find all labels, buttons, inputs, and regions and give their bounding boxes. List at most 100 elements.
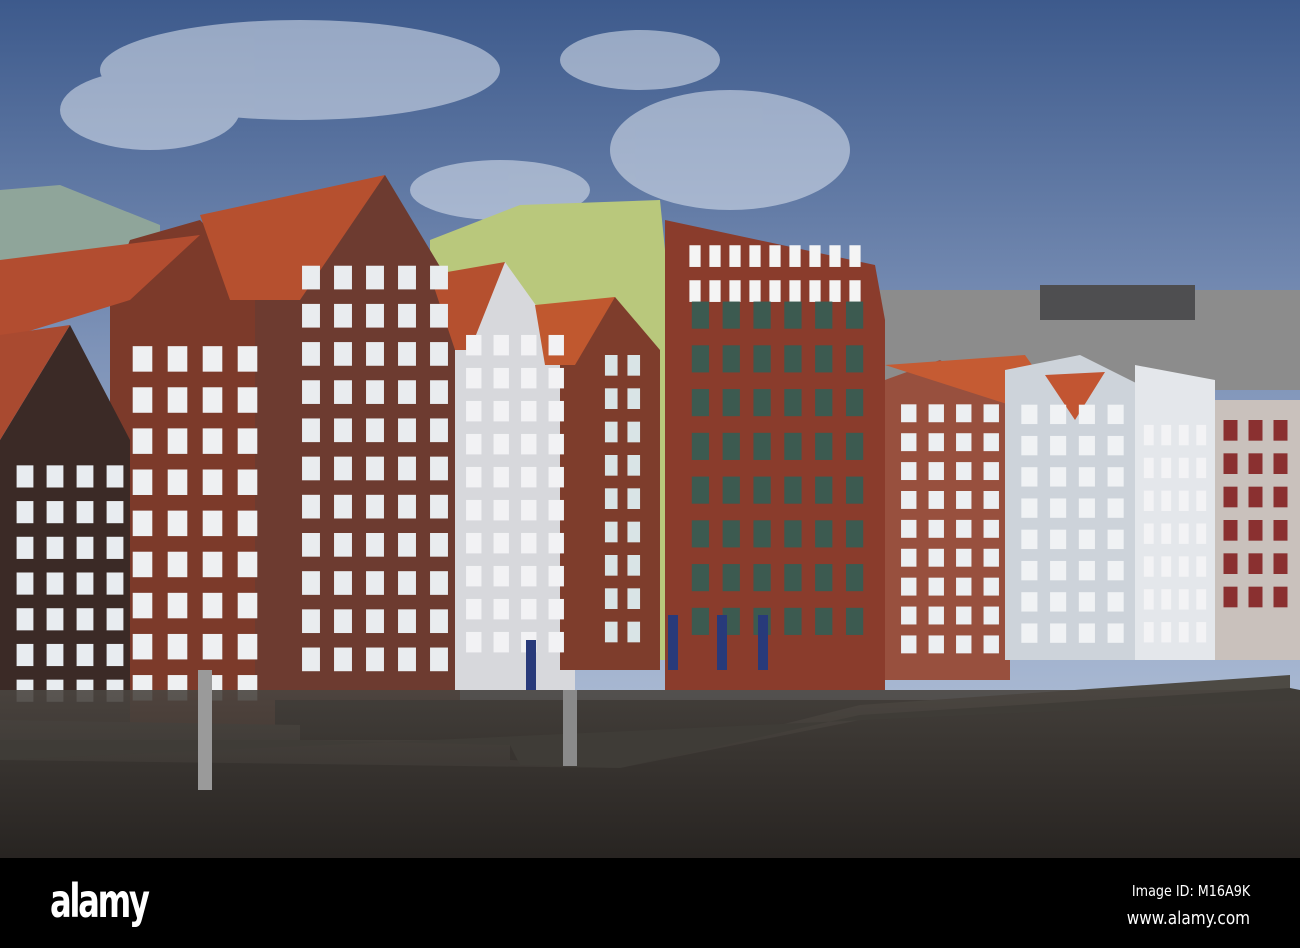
window: [784, 432, 802, 460]
window: [1196, 622, 1207, 643]
window: [76, 501, 94, 524]
window: [167, 346, 188, 372]
window: [1143, 523, 1154, 544]
window: [1021, 560, 1038, 581]
window: [302, 456, 320, 481]
window: [845, 520, 864, 548]
window: [956, 404, 972, 423]
window: [1107, 529, 1124, 550]
window: [753, 564, 771, 592]
window: [493, 598, 509, 620]
window: [1161, 622, 1172, 643]
window: [76, 536, 94, 559]
window: [1050, 467, 1067, 487]
window: [983, 462, 999, 481]
window: [983, 519, 999, 538]
window: [1021, 592, 1038, 612]
window: [237, 469, 258, 495]
window: [202, 387, 223, 413]
window: [1107, 435, 1124, 456]
window: [302, 265, 320, 290]
window: [521, 565, 537, 587]
window: [167, 551, 188, 578]
window: [167, 592, 188, 619]
window: [1143, 457, 1154, 479]
mooring-post: [563, 690, 577, 766]
window: [928, 404, 944, 423]
window: [849, 280, 861, 302]
window: [46, 643, 64, 667]
window: [1248, 486, 1263, 508]
window: [430, 456, 448, 481]
window: [1178, 424, 1189, 446]
window: [1161, 523, 1172, 544]
window: [1021, 623, 1038, 643]
window: [627, 455, 641, 476]
window: [815, 607, 833, 635]
window: [46, 536, 64, 559]
window: [789, 245, 801, 267]
window: [398, 647, 416, 672]
window: [132, 469, 153, 495]
window: [1248, 453, 1263, 474]
window: [16, 643, 34, 667]
watermark-bar: alamy Image ID: M16A9K www.alamy.com: [0, 858, 1300, 948]
window: [604, 488, 618, 509]
window: [928, 548, 944, 567]
window: [604, 621, 618, 643]
window: [722, 564, 740, 592]
window: [302, 418, 320, 443]
window: [521, 433, 537, 455]
window: [430, 571, 448, 595]
window: [956, 462, 972, 481]
window: [334, 533, 352, 557]
window: [202, 592, 223, 619]
window: [753, 476, 771, 504]
window: [132, 346, 153, 372]
window: [237, 633, 258, 660]
window: [237, 551, 258, 578]
window: [1107, 467, 1124, 487]
window: [521, 400, 537, 422]
window: [1178, 556, 1189, 577]
window: [1273, 420, 1288, 441]
window: [46, 608, 64, 631]
window: [983, 404, 999, 423]
window: [430, 265, 448, 290]
window: [16, 465, 34, 488]
window: [691, 345, 710, 373]
window: [928, 606, 944, 625]
window: [815, 389, 833, 417]
window: [627, 521, 641, 543]
window: [76, 643, 94, 667]
window: [627, 488, 641, 509]
window: [106, 643, 124, 667]
window: [1107, 560, 1124, 581]
window: [1143, 556, 1154, 577]
window: [709, 245, 721, 267]
window: [334, 647, 352, 672]
window: [334, 380, 352, 404]
window: [1196, 589, 1207, 610]
window: [76, 572, 94, 595]
window: [689, 280, 701, 302]
window: [956, 635, 972, 654]
window: [815, 520, 833, 548]
window: [548, 367, 564, 389]
window: [398, 533, 416, 557]
window: [1273, 520, 1288, 541]
window: [845, 564, 864, 592]
window: [398, 456, 416, 481]
window: [16, 536, 34, 559]
window: [1196, 424, 1207, 446]
window: [729, 280, 741, 302]
window: [845, 607, 864, 635]
window: [983, 606, 999, 625]
window: [334, 265, 352, 290]
window: [928, 491, 944, 509]
window: [604, 455, 618, 476]
window: [845, 301, 864, 329]
window: [901, 404, 917, 423]
window: [1021, 467, 1038, 487]
window: [1107, 623, 1124, 643]
